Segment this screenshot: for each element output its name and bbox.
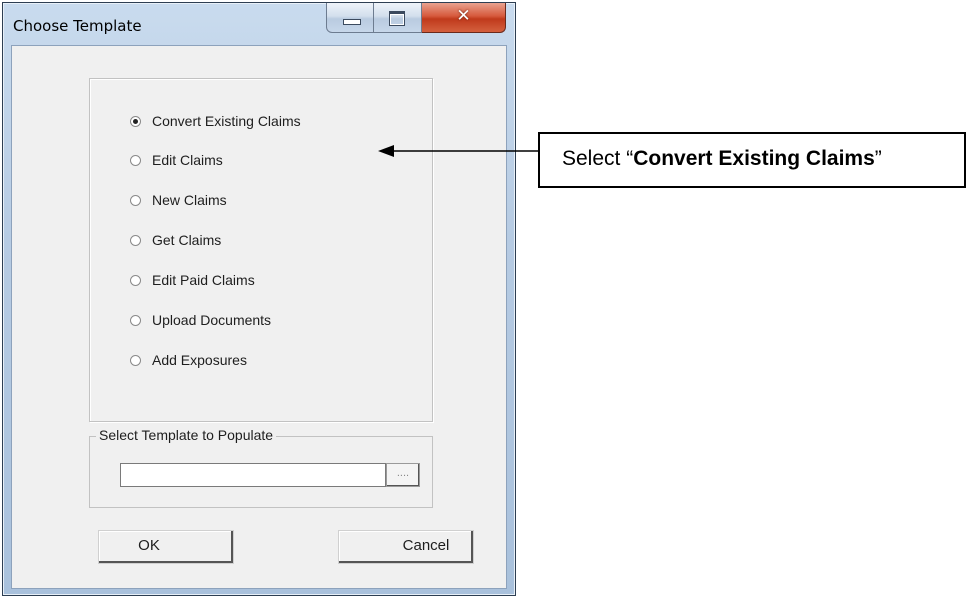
option-get-claims[interactable]: Get Claims bbox=[130, 229, 221, 251]
radio-icon[interactable] bbox=[130, 354, 141, 366]
option-new-claims[interactable]: New Claims bbox=[130, 189, 227, 211]
choose-template-dialog: Choose Template ✕ Convert Existing Claim… bbox=[2, 2, 516, 596]
callout-suffix: ” bbox=[874, 147, 882, 170]
option-label: Add Exposures bbox=[152, 352, 247, 368]
option-label: Upload Documents bbox=[152, 312, 272, 328]
browse-button[interactable]: .... bbox=[386, 463, 420, 487]
maximize-icon bbox=[389, 11, 405, 26]
radio-icon[interactable] bbox=[130, 194, 141, 206]
close-icon: ✕ bbox=[456, 6, 471, 26]
template-options-group: Convert Existing Claims Edit Claims New … bbox=[89, 78, 433, 422]
minimize-icon bbox=[343, 19, 361, 25]
radio-selected-icon[interactable] bbox=[130, 115, 141, 127]
option-upload-documents[interactable]: Upload Documents bbox=[130, 309, 271, 331]
callout-prefix: Select “ bbox=[562, 147, 634, 170]
instruction-callout: Select “Convert Existing Claims” bbox=[538, 132, 966, 188]
option-add-exposures[interactable]: Add Exposures bbox=[130, 349, 247, 371]
option-label: Edit Claims bbox=[152, 152, 223, 168]
option-edit-claims[interactable]: Edit Claims bbox=[130, 149, 223, 171]
dialog-client-area: Convert Existing Claims Edit Claims New … bbox=[11, 45, 507, 589]
option-label: Edit Paid Claims bbox=[152, 272, 255, 288]
maximize-button[interactable] bbox=[374, 3, 422, 33]
cancel-button[interactable]: Cancel bbox=[338, 530, 474, 564]
template-path-group: Select Template to Populate .... bbox=[89, 427, 433, 508]
option-label: New Claims bbox=[152, 192, 227, 208]
option-edit-paid-claims[interactable]: Edit Paid Claims bbox=[130, 269, 255, 291]
radio-icon[interactable] bbox=[130, 154, 141, 166]
title-bar[interactable]: Choose Template ✕ bbox=[3, 3, 515, 45]
ok-button[interactable]: OK bbox=[98, 530, 234, 564]
caption-buttons: ✕ bbox=[326, 3, 506, 33]
minimize-button[interactable] bbox=[326, 3, 374, 33]
option-convert-existing-claims[interactable]: Convert Existing Claims bbox=[130, 110, 301, 132]
left-arrow-icon bbox=[378, 145, 538, 157]
option-label: Get Claims bbox=[152, 232, 222, 248]
window-title: Choose Template bbox=[13, 17, 142, 35]
template-path-legend: Select Template to Populate bbox=[96, 427, 277, 443]
radio-icon[interactable] bbox=[130, 234, 141, 246]
option-label: Convert Existing Claims bbox=[152, 113, 301, 129]
close-button[interactable]: ✕ bbox=[422, 3, 506, 33]
callout-emphasis: Convert Existing Claims bbox=[633, 147, 875, 170]
radio-icon[interactable] bbox=[130, 274, 141, 286]
template-path-input[interactable] bbox=[120, 463, 386, 487]
radio-icon[interactable] bbox=[130, 314, 141, 326]
